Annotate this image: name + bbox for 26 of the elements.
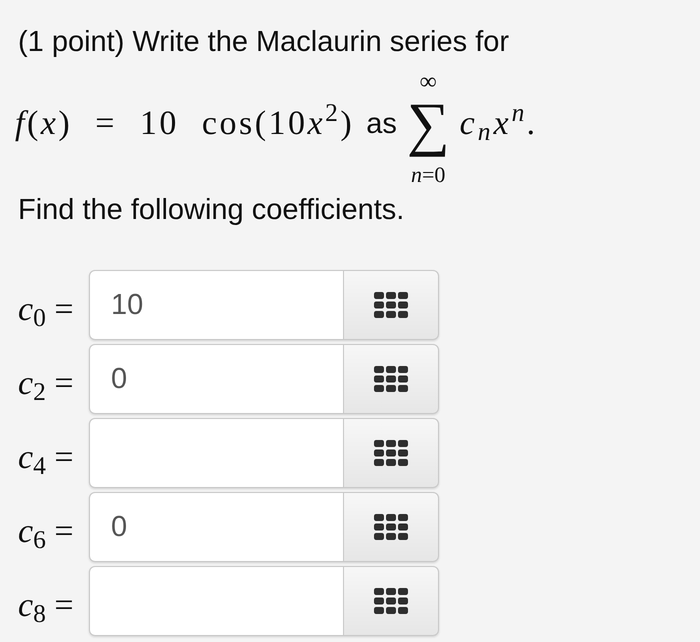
- grid-icon: [374, 292, 408, 318]
- grid-icon: [374, 440, 408, 466]
- grid-button[interactable]: [343, 418, 439, 488]
- summand-term: c$_{n}$x$^{n}$.: [460, 107, 539, 141]
- grid-button[interactable]: [343, 344, 439, 414]
- answer-field[interactable]: [89, 566, 343, 636]
- question-text: (1 point) Write the Maclaurin series for: [18, 25, 510, 59]
- coefficient-label: c$_{4}$ =: [18, 438, 74, 476]
- coefficient-label: c$_{8}$ =: [18, 586, 74, 624]
- answer-field[interactable]: [89, 418, 343, 488]
- connector-text: as: [366, 110, 397, 138]
- grid-button[interactable]: [343, 492, 439, 562]
- answer-field[interactable]: 0: [89, 344, 343, 414]
- grid-button[interactable]: [343, 270, 439, 340]
- upper-limit: ∞: [420, 70, 437, 94]
- coefficient-label: c$_{0}$ =: [18, 290, 74, 328]
- grid-icon: [374, 588, 408, 614]
- lower-limit: n=0: [411, 164, 446, 186]
- answer-field[interactable]: 0: [89, 492, 343, 562]
- coefficient-label: c$_{6}$ =: [18, 512, 74, 550]
- answer-field[interactable]: 10: [89, 270, 343, 340]
- coefficient-label: c$_{2}$ =: [18, 364, 74, 402]
- grid-button[interactable]: [343, 566, 439, 636]
- instruction-text: Find the following coefficients.: [18, 193, 404, 227]
- grid-icon: [374, 514, 408, 540]
- grid-icon: [374, 366, 408, 392]
